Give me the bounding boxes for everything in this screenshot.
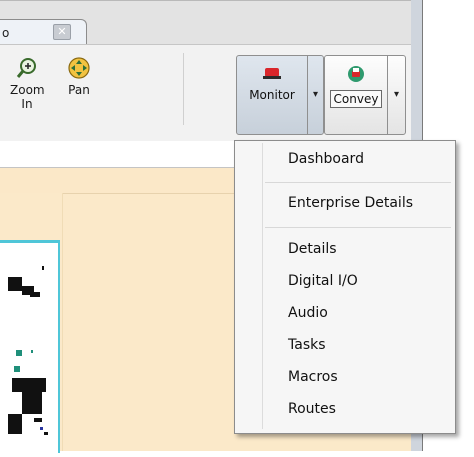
convey-dropdown-arrow[interactable]: ▾ (388, 56, 405, 134)
tab-close-icon[interactable]: ✕ (53, 24, 71, 40)
menu-item-dashboard[interactable]: Dashboard (288, 151, 364, 167)
convey-label: Convey (329, 90, 383, 108)
convey-split-button[interactable]: Convey ▾ (324, 55, 406, 135)
monitor-split-button[interactable]: Monitor ▾ (236, 55, 324, 135)
zoom-in-icon (16, 58, 36, 78)
pan-button[interactable]: Pan (64, 57, 94, 97)
ribbon-toolbar: Zoom In Pan Monitor ▾ Convey ▾ (0, 44, 411, 142)
map-view[interactable] (0, 240, 60, 453)
monitor-dropdown-arrow[interactable]: ▾ (308, 56, 323, 134)
menu-item-tasks[interactable]: Tasks (288, 337, 326, 353)
menu-item-audio[interactable]: Audio (288, 305, 328, 321)
zoom-in-label-line1: Zoom (10, 83, 45, 97)
menu-item-enterprise-details[interactable]: Enterprise Details (288, 195, 413, 211)
monitor-dropdown-menu: Dashboard Enterprise Details Details Dig… (234, 140, 456, 434)
pan-label: Pan (68, 83, 90, 97)
zoom-in-button[interactable]: Zoom In (10, 57, 45, 111)
menu-item-digital-io[interactable]: Digital I/O (288, 273, 358, 289)
menu-separator (265, 182, 451, 183)
document-tab[interactable]: o ✕ (0, 19, 87, 44)
tab-bar: o ✕ (0, 0, 411, 45)
zoom-in-label-line2: In (21, 97, 33, 111)
menu-item-routes[interactable]: Routes (288, 401, 336, 417)
convey-button[interactable]: Convey (325, 56, 388, 134)
toolbar-separator (183, 53, 184, 125)
menu-gutter (262, 143, 263, 429)
monitor-label: Monitor (249, 88, 295, 102)
map-drawing (0, 241, 58, 435)
menu-item-details[interactable]: Details (288, 241, 337, 257)
menu-item-macros[interactable]: Macros (288, 369, 338, 385)
monitor-icon (263, 68, 281, 79)
convey-icon (348, 66, 364, 82)
menu-separator (265, 227, 451, 228)
monitor-button[interactable]: Monitor (237, 56, 308, 134)
pan-icon (68, 57, 90, 79)
tab-label: o (2, 26, 10, 40)
